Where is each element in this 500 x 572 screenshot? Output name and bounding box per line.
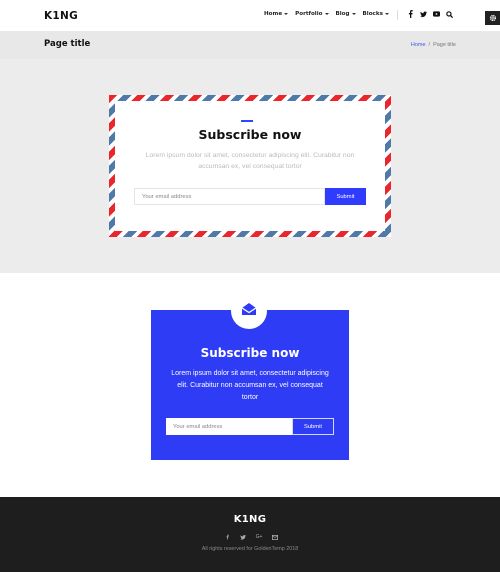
subscribe-form: Your email address Submit	[134, 188, 366, 205]
envelope-open-icon	[241, 302, 257, 321]
email-icon[interactable]	[272, 534, 278, 540]
facebook-icon[interactable]	[407, 10, 414, 18]
copyright-text: All rights reserved for GoldenTemp 2018	[201, 546, 299, 552]
breadcrumb-separator: /	[428, 42, 431, 48]
submit-button[interactable]: Submit	[325, 188, 366, 205]
nav-item-home[interactable]: Home	[264, 11, 289, 17]
twitter-icon[interactable]	[240, 534, 246, 540]
envelope-card: Subscribe now Lorem ipsum dolor sit amet…	[109, 95, 391, 237]
subscribe-form: Your email address Submit	[166, 418, 334, 435]
chevron-down-icon	[324, 13, 329, 15]
envelope-badge	[231, 293, 267, 329]
facebook-icon[interactable]	[224, 534, 230, 540]
title-accent-line	[241, 120, 253, 122]
submit-button[interactable]: Submit	[292, 418, 334, 435]
nav-item-label: Portfolio	[295, 11, 323, 17]
nav-item-label: Home	[264, 11, 283, 17]
subscribe-title: Subscribe now	[198, 127, 302, 142]
gear-icon	[489, 9, 497, 27]
header-social-links	[407, 10, 453, 18]
nav-divider	[397, 10, 398, 20]
main-nav: Home Portfolio Blog Blocks	[264, 11, 389, 17]
email-input[interactable]: Your email address	[166, 418, 292, 435]
envelope-card-body: Subscribe now Lorem ipsum dolor sit amet…	[115, 101, 385, 231]
breadcrumb: Home / Page title	[411, 42, 456, 48]
breadcrumb-home-link[interactable]: Home	[411, 42, 426, 48]
nav-item-portfolio[interactable]: Portfolio	[295, 11, 329, 17]
chevron-down-icon	[351, 13, 356, 15]
settings-button[interactable]	[485, 11, 500, 25]
nav-item-blocks[interactable]: Blocks	[363, 11, 389, 17]
search-icon[interactable]	[446, 10, 453, 18]
footer-logo[interactable]: K1NG	[0, 514, 500, 525]
nav-item-label: Blog	[335, 11, 350, 17]
subscribe-title: Subscribe now	[200, 346, 300, 360]
subscribe-description: Lorem ipsum dolor sit amet, consectetur …	[145, 152, 355, 170]
twitter-icon[interactable]	[420, 10, 427, 18]
nav-item-label: Blocks	[362, 11, 383, 17]
envelope-subscribe-section: Subscribe now Lorem ipsum dolor sit amet…	[0, 59, 500, 273]
chevron-down-icon	[384, 13, 389, 15]
nav-item-blog[interactable]: Blog	[336, 11, 356, 17]
blue-subscribe-card: Subscribe now Lorem ipsum dolor sit amet…	[151, 310, 349, 460]
site-footer: K1NG G+ All rights reserved for GoldenTe…	[0, 497, 500, 572]
email-input[interactable]: Your email address	[134, 188, 325, 205]
youtube-icon[interactable]	[433, 10, 440, 18]
subscribe-description: Lorem ipsum dolor sit amet, consectetur …	[171, 370, 329, 401]
footer-social-links: G+	[224, 534, 278, 540]
google-plus-icon[interactable]: G+	[256, 534, 263, 540]
page-title-bar: Page title Home / Page title	[0, 31, 500, 59]
site-logo[interactable]: K1NG	[44, 10, 78, 22]
site-header: K1NG Home Portfolio Blog Blocks	[0, 0, 500, 31]
page-title: Page title	[44, 39, 91, 49]
breadcrumb-current: Page title	[433, 42, 456, 48]
chevron-down-icon	[284, 13, 289, 15]
